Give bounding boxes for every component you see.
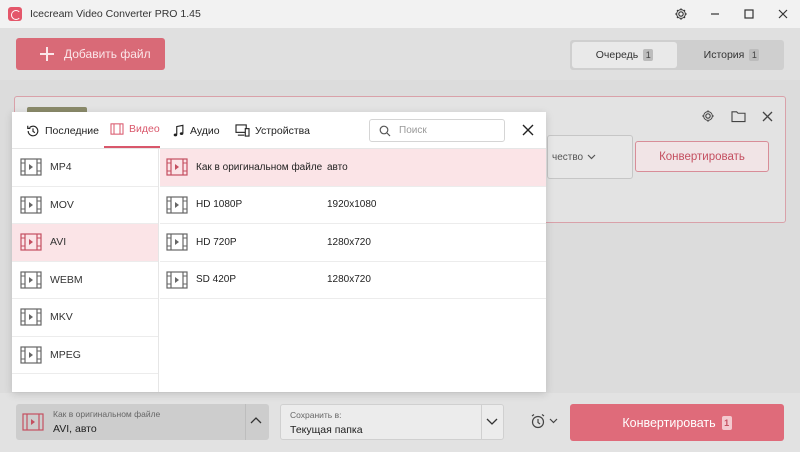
queue-count-badge: 1 (643, 49, 654, 61)
preset-name: Как в оригинальном файле (196, 161, 323, 173)
tab-queue-label: Очередь (595, 49, 639, 61)
add-file-button[interactable]: Добавить файл (16, 38, 165, 70)
tab-devices-label: Устройства (255, 124, 310, 137)
format-name: WEBM (50, 273, 83, 286)
preset-list: Как в оригинальном файле авто HD 1080P 1920… (160, 149, 546, 392)
save-value: Текущая папка (290, 424, 363, 436)
tab-video[interactable]: Видео (104, 112, 160, 148)
save-location-selector[interactable]: Сохранить в: Текущая папка (280, 404, 504, 440)
title-bar: Icecream Video Converter PRO 1.45 (0, 0, 800, 28)
preset-resolution: авто (327, 161, 348, 173)
save-caption: Сохранить в: (290, 410, 342, 420)
film-icon (166, 271, 188, 289)
remove-item-close-icon[interactable] (756, 107, 778, 125)
tab-recent-label: Последние (45, 124, 100, 137)
close-popover-icon[interactable] (520, 122, 536, 138)
preset-item[interactable]: HD 720P 1280x720 (160, 224, 546, 262)
tab-recent[interactable]: Последние (26, 112, 99, 149)
card-convert-button[interactable]: Конвертировать (635, 141, 769, 172)
format-value: AVI, авто (53, 423, 97, 435)
format-popover: Последние Видео Аудио Устройства Поиск M… (12, 112, 546, 392)
convert-count-badge: 1 (721, 415, 732, 430)
film-icon (20, 308, 42, 326)
settings-gear-icon[interactable] (664, 0, 698, 28)
tab-video-label: Видео (129, 123, 160, 135)
film-icon (166, 158, 188, 176)
format-item-mkv[interactable]: MKV (12, 299, 158, 337)
tab-audio-label: Аудио (190, 124, 220, 137)
format-name: MP4 (50, 161, 72, 174)
format-item-mov[interactable]: MOV (12, 187, 158, 224)
minimize-button[interactable] (698, 0, 732, 28)
film-icon (22, 413, 44, 431)
film-icon (110, 123, 124, 135)
preset-resolution: 1920x1080 (327, 199, 377, 211)
format-item-mp4[interactable]: MP4 (12, 149, 158, 187)
folder-icon[interactable] (727, 107, 749, 125)
tab-history[interactable]: История 1 (679, 40, 784, 70)
convert-button[interactable]: Конвертировать 1 (570, 404, 784, 441)
tab-audio[interactable]: Аудио (172, 112, 220, 149)
schedule-timer-button[interactable] (530, 413, 558, 429)
chevron-up-icon[interactable] (250, 416, 262, 426)
format-name: MKV (50, 311, 73, 324)
quality-dropdown[interactable]: чество (547, 135, 633, 179)
divider (481, 405, 482, 439)
chevron-down-icon (587, 154, 596, 160)
film-icon (166, 233, 188, 251)
format-list: MP4 MOV AVI WEBM MKV MPEG (12, 149, 159, 392)
popover-tabs: Последние Видео Аудио Устройства Поиск (12, 112, 546, 149)
music-note-icon (173, 124, 184, 136)
format-name: MOV (50, 198, 74, 211)
preset-item[interactable]: HD 1080P 1920x1080 (160, 187, 546, 224)
history-icon (27, 125, 39, 136)
search-input[interactable]: Поиск (369, 119, 505, 142)
quality-label: чество (552, 151, 584, 163)
preset-item[interactable]: SD 420P 1280x720 (160, 262, 546, 299)
add-file-label: Добавить файл (64, 47, 151, 61)
toolbar: Добавить файл Очередь 1 История 1 (0, 28, 800, 80)
format-caption: Как в оригинальном файле (53, 409, 161, 419)
format-item-avi[interactable]: AVI (12, 224, 158, 262)
format-item-mpeg[interactable]: MPEG (12, 337, 158, 374)
preset-name: HD 1080P (196, 199, 243, 211)
format-name: MPEG (50, 348, 81, 361)
film-icon (20, 158, 42, 176)
plus-icon (40, 47, 54, 61)
card-settings-gear-icon[interactable] (697, 107, 719, 125)
convert-label: Конвертировать (622, 415, 716, 430)
film-icon (20, 196, 42, 214)
devices-icon (235, 124, 250, 137)
alarm-clock-icon (531, 414, 545, 429)
film-icon (20, 233, 42, 251)
search-placeholder: Поиск (399, 125, 427, 136)
divider (245, 404, 246, 440)
tab-history-label: История (703, 49, 745, 61)
preset-resolution: 1280x720 (327, 274, 371, 286)
close-window-button[interactable] (766, 0, 800, 28)
history-count-badge: 1 (749, 49, 760, 61)
film-icon (20, 346, 42, 364)
chevron-down-icon (549, 418, 558, 424)
format-item-webm[interactable]: WEBM (12, 262, 158, 299)
format-name: AVI (50, 236, 67, 249)
film-icon (166, 196, 188, 214)
search-icon (379, 125, 391, 136)
queue-history-tabs: Очередь 1 История 1 (570, 40, 784, 70)
film-icon (20, 271, 42, 289)
maximize-button[interactable] (732, 0, 766, 28)
preset-item[interactable]: Как в оригинальном файле авто (160, 149, 546, 187)
preset-name: SD 420P (196, 274, 237, 286)
preset-resolution: 1280x720 (327, 236, 371, 248)
chevron-down-icon[interactable] (486, 416, 498, 426)
app-logo-icon (8, 7, 22, 21)
output-format-selector[interactable]: Как в оригинальном файле AVI, авто (16, 404, 269, 440)
tab-devices[interactable]: Устройства (235, 112, 310, 149)
bottom-bar: Как в оригинальном файле AVI, авто Сохра… (0, 393, 800, 452)
tab-queue[interactable]: Очередь 1 (572, 42, 677, 68)
preset-name: HD 720P (196, 236, 237, 248)
app-title: Icecream Video Converter PRO 1.45 (30, 8, 201, 20)
